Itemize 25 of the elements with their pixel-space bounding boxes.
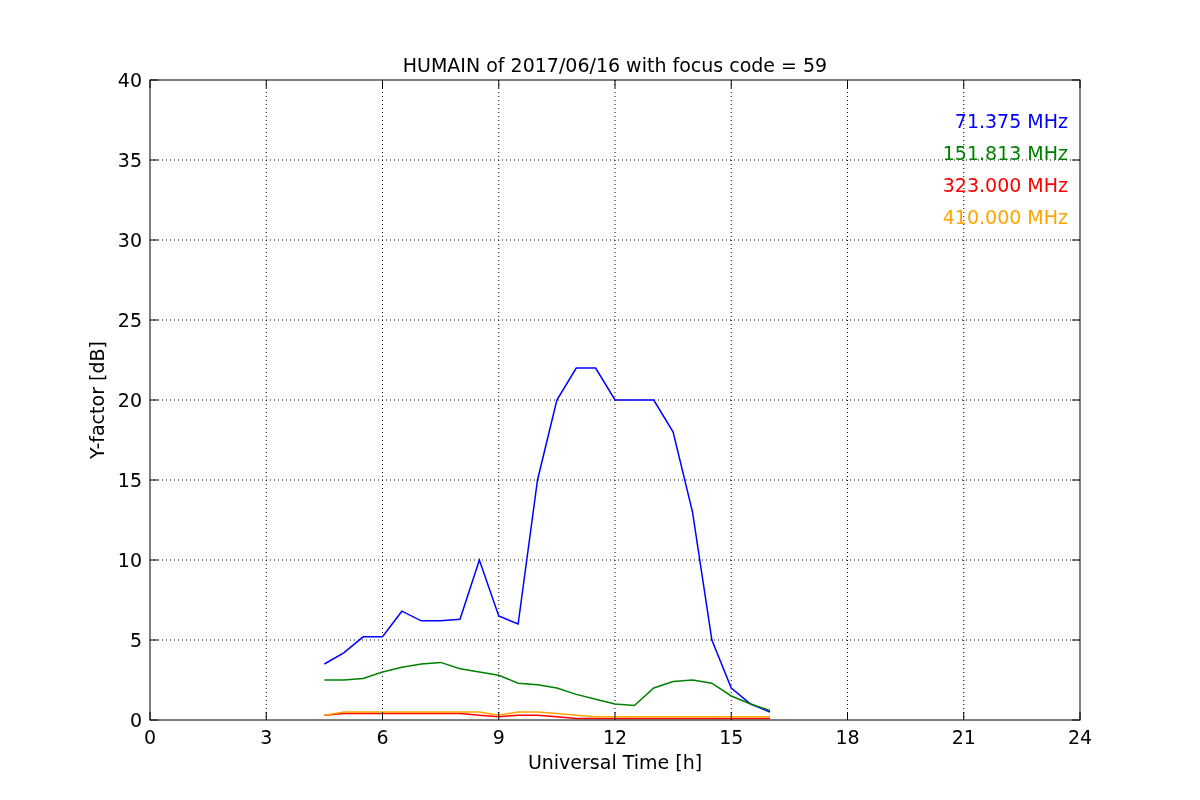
tick-label: 21: [951, 726, 976, 748]
chart-title: HUMAIN of 2017/06/16 with focus code = 59: [402, 54, 828, 76]
legend-label: 151.813 MHz: [942, 142, 1068, 164]
tick-label: 15: [719, 726, 744, 748]
tick-label: 40: [117, 69, 142, 91]
tick-label: 25: [117, 309, 142, 331]
tick-label: 24: [1067, 726, 1093, 748]
legend-label: 410.000 MHz: [942, 206, 1068, 228]
tick-label: 12: [602, 726, 628, 748]
tick-label: 35: [117, 149, 142, 171]
x-axis-label: Universal Time [h]: [527, 751, 703, 773]
tick-label: 15: [117, 469, 142, 491]
tick-label: 5: [129, 629, 142, 651]
tick-label: 10: [117, 549, 142, 571]
tick-label: 0: [143, 726, 157, 748]
tick-label: 18: [835, 726, 860, 748]
tick-label: 0: [129, 709, 142, 731]
tick-label: 9: [492, 726, 505, 748]
legend-label: 71.375 MHz: [954, 110, 1068, 132]
tick-label: 20: [117, 389, 142, 411]
legend-label: 323.000 MHz: [942, 174, 1068, 196]
tick-label: 3: [260, 726, 273, 748]
tick-label: 30: [117, 229, 142, 251]
y-axis-label: Y-factor [dB]: [86, 341, 108, 459]
tick-label: 6: [376, 726, 389, 748]
